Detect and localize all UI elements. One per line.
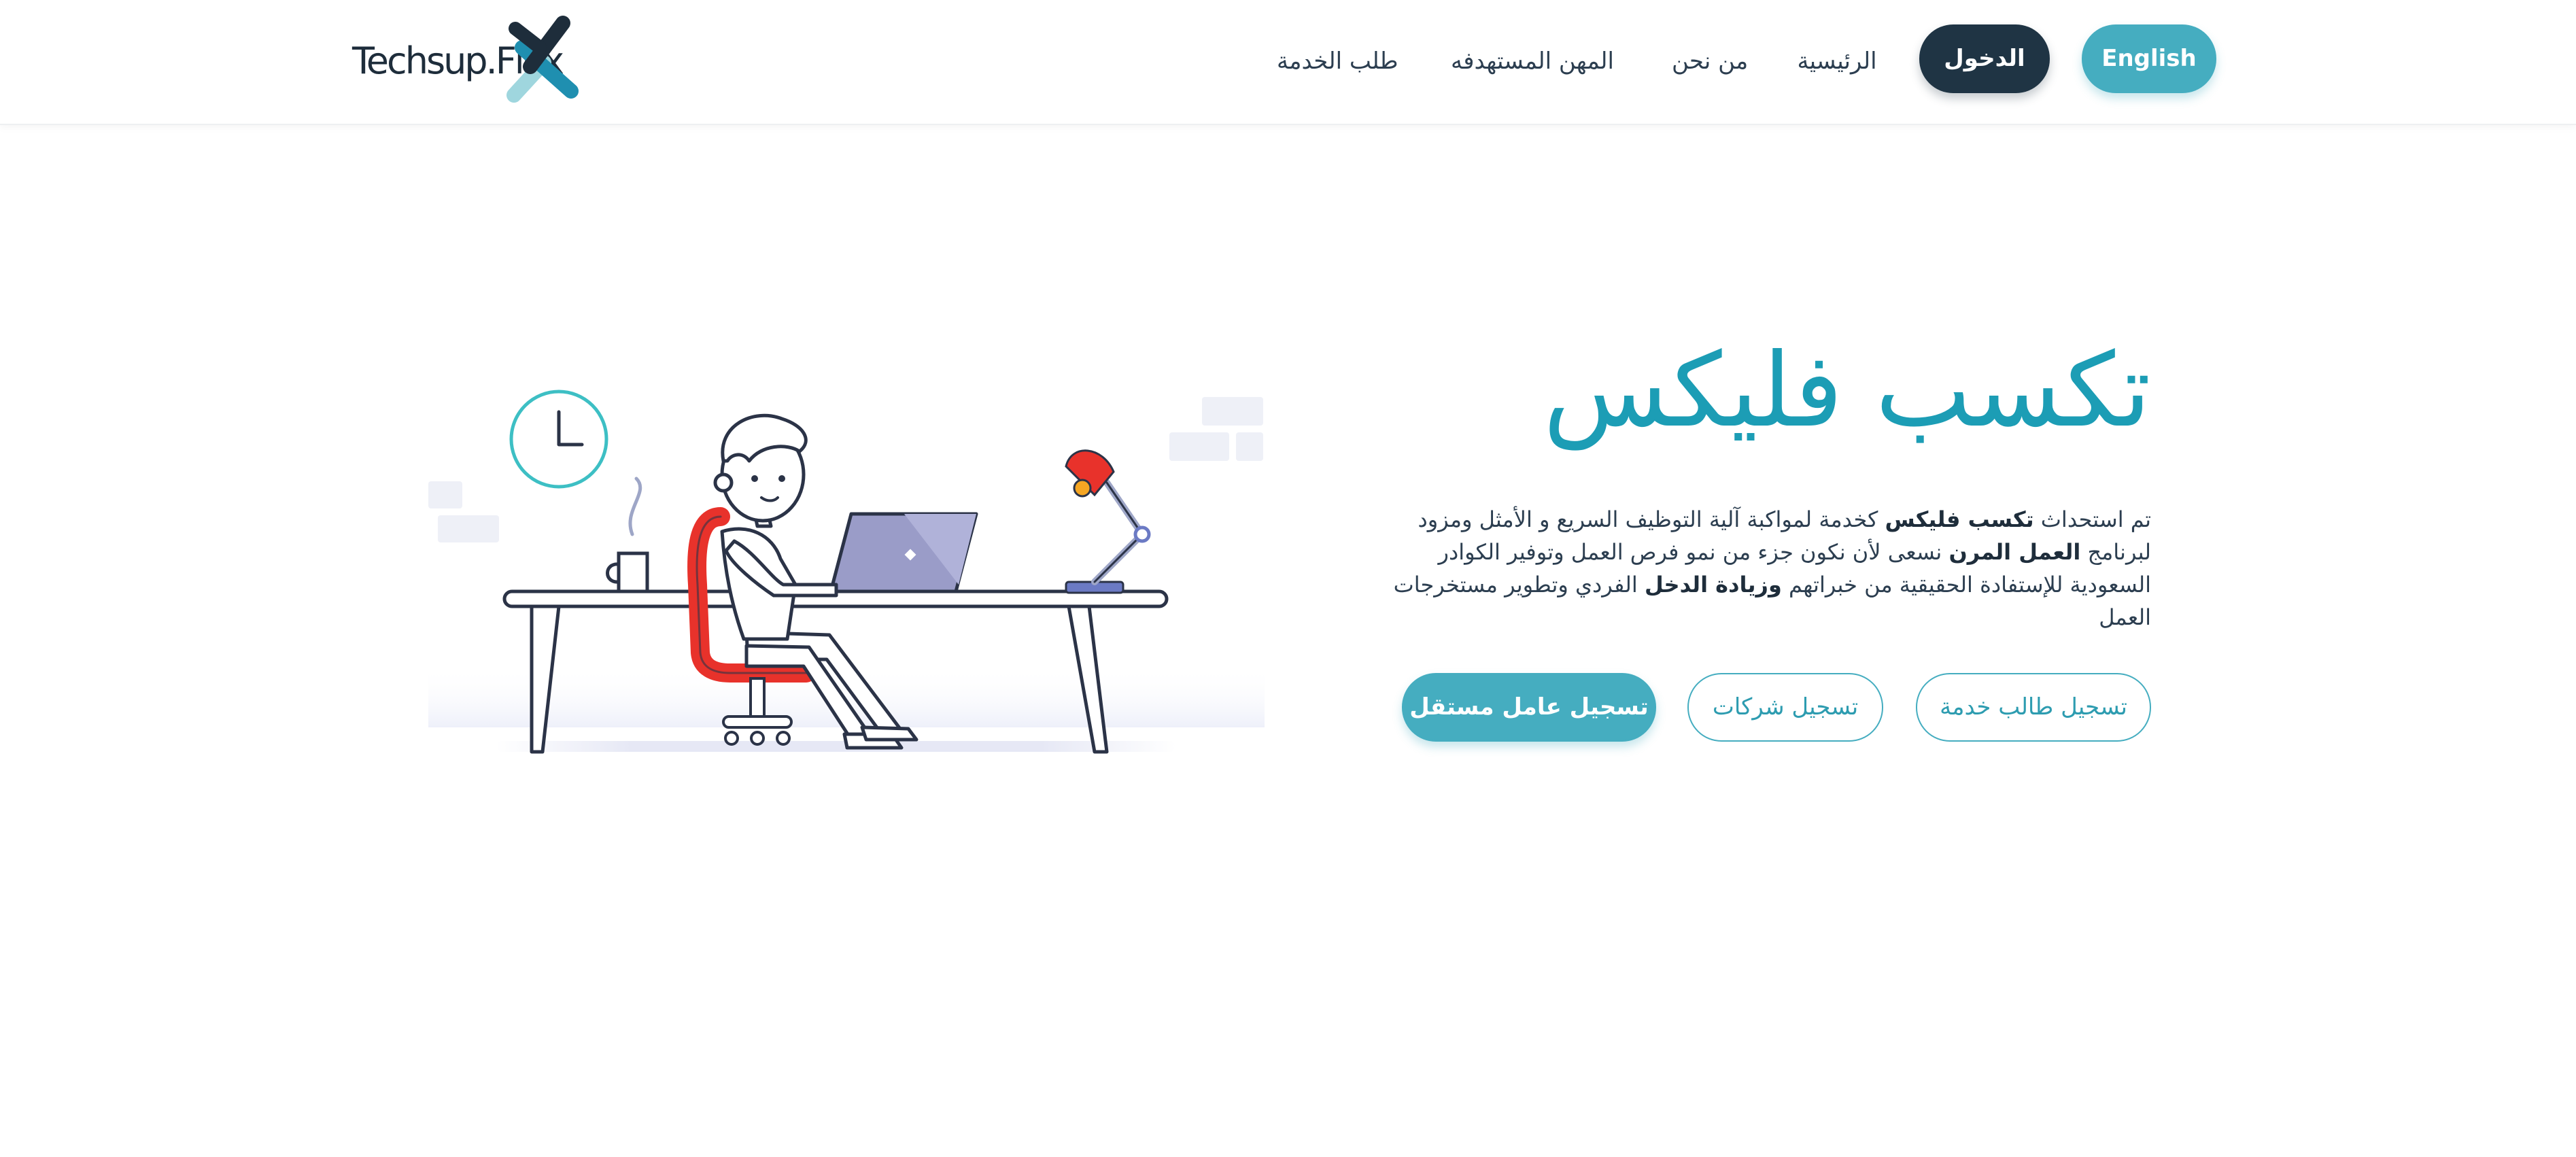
hero-title: تكسب فليكس [1543,332,2151,450]
laptop-icon [782,512,978,593]
mug-icon [606,551,649,593]
hero-description: تم استحداث تكسب فليكس كخدمة لمواكبة آلية… [1393,506,2151,630]
person-at-desk-illustration [428,390,1265,754]
nav-item-home[interactable]: الرئيسية [1796,34,1878,88]
desk-lamp-icon [1065,449,1151,594]
nav-item-service-request[interactable]: طلب الخدمة [1277,34,1398,88]
clock-icon [509,390,608,489]
flexible-work-highlight: العمل المرن [1948,539,2081,565]
nav-item-professions[interactable]: المهن المستهدفه [1443,34,1622,88]
brand-highlight: تكسب فليكس [1885,506,2034,532]
login-button[interactable]: الدخول [1919,24,2050,93]
register-service-seeker-button[interactable]: تسجيل طالب خدمة [1916,673,2151,742]
language-toggle-button[interactable]: English [2082,24,2216,93]
register-freelancer-button[interactable]: تسجيل عامل مستقل [1402,673,1656,742]
income-highlight: وزيادة الدخل [1644,572,1782,598]
register-companies-button[interactable]: تسجيل شركات [1687,673,1883,742]
nav-item-about[interactable]: من نحن [1672,34,1748,88]
site-header: Techsup.Flex طلب الخدمة المهن المستهدفه … [0,0,2576,125]
